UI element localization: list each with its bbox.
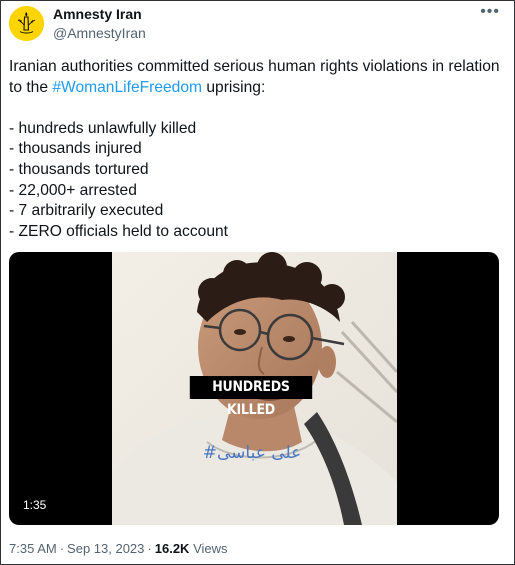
video-caption: HUNDREDS KILLED [189,376,313,418]
tweet-meta: 7:35 AM · Sep 13, 2023 · 16.2K Views [9,541,228,557]
list-item: - ZERO officials held to account [9,222,228,240]
views-count: 16.2K [154,541,190,556]
tweet-time[interactable]: 7:35 AM [9,541,57,556]
separator: · [147,541,152,556]
list-item: - thousands tortured [9,160,149,178]
list-item: - 7 arbitrarily executed [9,202,164,220]
handle[interactable]: @AmnestyIran [53,25,146,42]
amnesty-candle-logo-icon [9,6,44,41]
tweet-card: Amnesty Iran @AmnestyIran ••• Iranian au… [0,0,515,565]
views-label: Views [193,541,228,556]
list-item: - thousands injured [9,140,142,158]
separator: · [59,541,65,556]
list-item: - 22,000+ arrested [9,181,137,199]
list-item: - hundreds unlawfully killed [9,119,197,137]
hashtag-link[interactable]: #WomanLifeFreedom [52,79,202,96]
tweet-intro: Iranian authorities committed serious hu… [9,57,504,98]
more-horizontal-icon[interactable]: ••• [480,4,500,20]
display-name[interactable]: Amnesty Iran [53,6,142,23]
tweet-text: Iranian authorities committed serious hu… [9,57,504,242]
handwritten-name-text: #علی عباسی [203,443,301,463]
video-duration: 1:35 [17,497,53,513]
tweet-date[interactable]: Sep 13, 2023 [67,541,144,556]
avatar[interactable] [9,6,44,41]
tweet-intro-end: uprising: [202,78,266,96]
